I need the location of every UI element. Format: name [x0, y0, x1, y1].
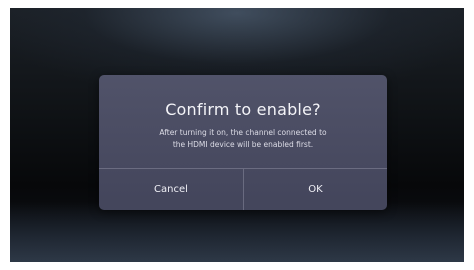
page-frame: Confirm to enable? After turning it on, …: [0, 0, 474, 270]
dialog-message-line: the HDMI device will be enabled first.: [172, 140, 314, 149]
dialog-message-line: After turning it on, the channel connect…: [159, 128, 327, 137]
dialog-title: Confirm to enable?: [165, 100, 321, 119]
confirm-dialog: Confirm to enable? After turning it on, …: [99, 75, 387, 210]
background-floor: [10, 202, 464, 262]
dialog-message: After turning it on, the channel connect…: [123, 127, 363, 151]
cancel-button[interactable]: Cancel: [99, 169, 243, 210]
ok-button[interactable]: OK: [244, 169, 387, 210]
tv-screen: Confirm to enable? After turning it on, …: [10, 8, 464, 262]
dialog-button-row: Cancel OK: [99, 169, 387, 210]
